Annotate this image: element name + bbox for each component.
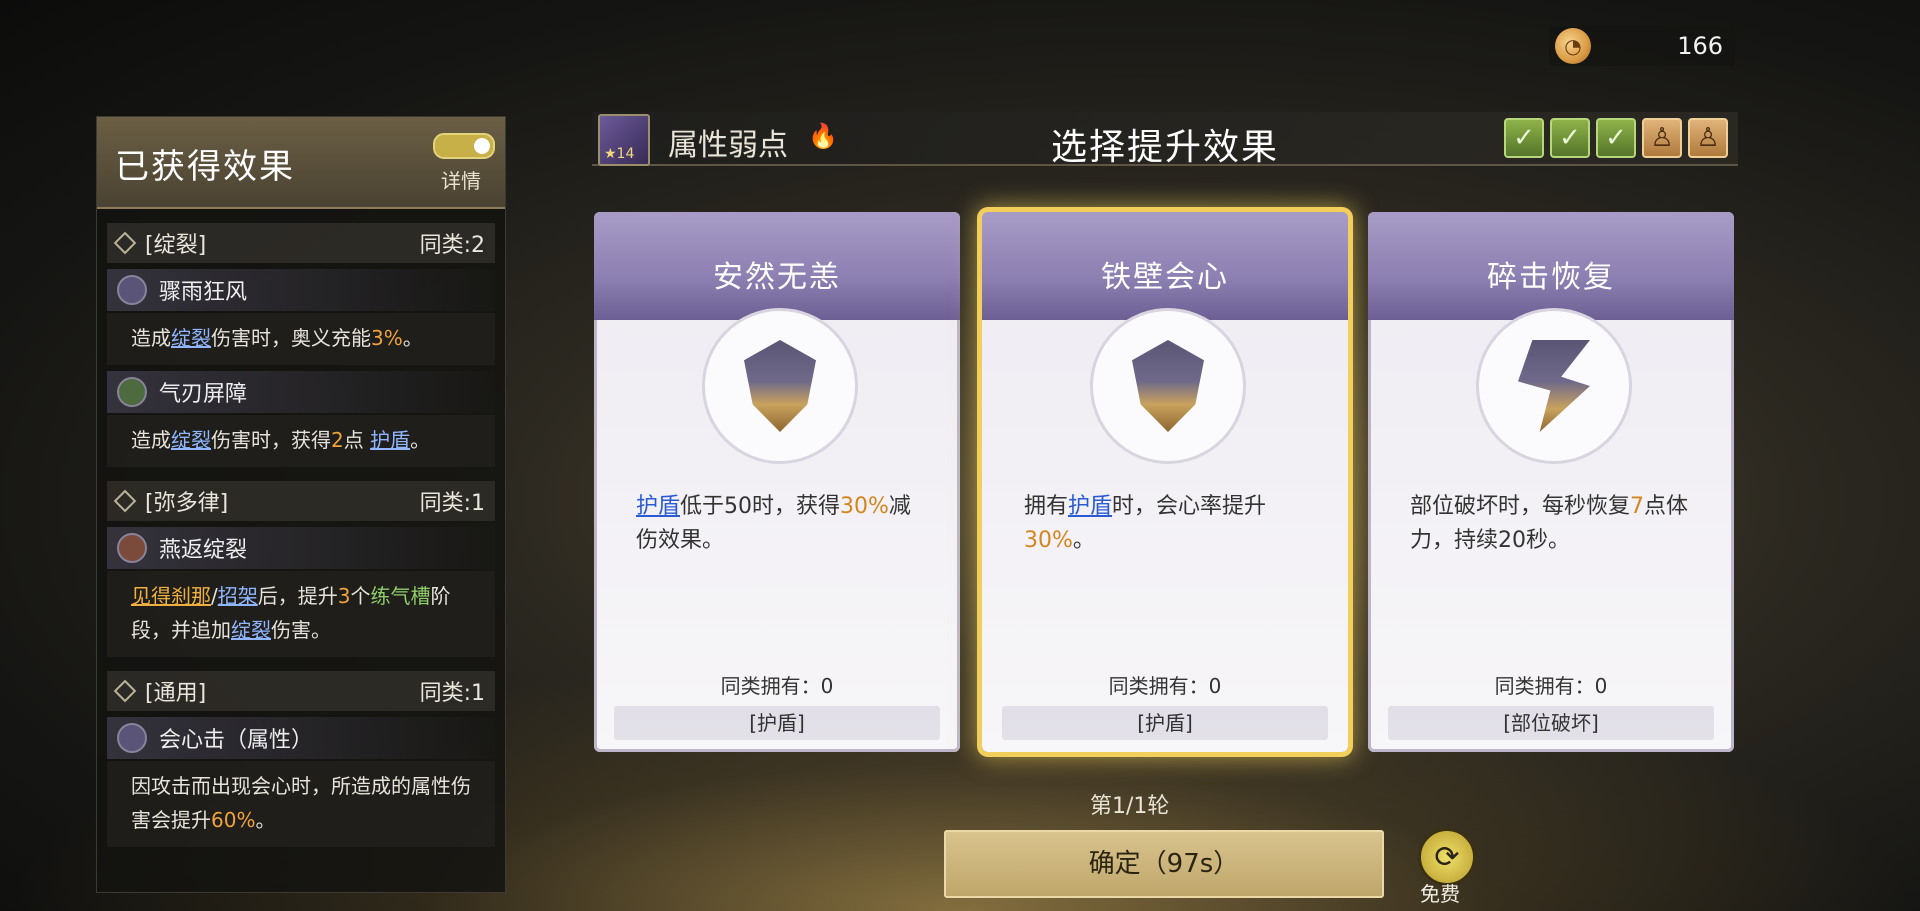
skill-description: 因攻击而出现会心时，所造成的属性伤害会提升60%。: [107, 761, 495, 847]
keyword-link[interactable]: 绽裂: [171, 326, 211, 350]
card-category-tag: [护盾]: [614, 706, 940, 740]
group-header: [通用] 同类:1: [107, 671, 495, 711]
group-name: [通用]: [145, 681, 207, 706]
keyword-link[interactable]: 护盾: [636, 494, 680, 519]
locked-stage-icon: ♙: [1642, 118, 1682, 158]
group-count: 同类:1: [419, 681, 485, 706]
skill-description: 见得刹那/招架后，提升3个练气槽阶段，并追加绽裂伤害。: [107, 571, 495, 657]
stage-progress: ✓ ✓ ✓ ♙ ♙: [1504, 118, 1728, 158]
skill-description: 造成绽裂伤害时，奥义充能3%。: [107, 313, 495, 365]
free-label: 免费: [1420, 882, 1460, 906]
check-icon: ✓: [1550, 118, 1590, 158]
skill-icon: [117, 533, 147, 563]
card-description: 拥有护盾时，会心率提升30%。: [1024, 494, 1267, 553]
skill-description: 造成绽裂伤害时，获得2点 护盾。: [107, 415, 495, 467]
keyword-link[interactable]: 绽裂: [231, 618, 271, 642]
currency-value: 166: [1677, 32, 1723, 60]
details-label: 详情: [441, 169, 481, 193]
group-header: [绽裂] 同类:2: [107, 223, 495, 263]
diamond-icon: [113, 489, 137, 513]
skill-row[interactable]: 气刃屏障: [107, 371, 495, 413]
skill-icon: [117, 275, 147, 305]
confirm-button[interactable]: 确定（97s）: [944, 830, 1384, 898]
upgrade-card-selected[interactable]: 铁壁会心 拥有护盾时，会心率提升30%。 同类拥有：0 [护盾]: [982, 212, 1348, 752]
strike-emblem-icon: [1476, 308, 1632, 464]
details-toggle[interactable]: [433, 133, 495, 159]
keyword-link[interactable]: 招架: [218, 584, 258, 608]
keyword-link[interactable]: 护盾: [1068, 494, 1112, 519]
group-name: [绽裂]: [145, 233, 207, 258]
keyword-link[interactable]: 见得刹那: [131, 584, 211, 608]
skill-icon: [117, 377, 147, 407]
round-indicator: 第1/1轮: [1090, 794, 1170, 819]
effect-group: [弥多律] 同类:1 燕返绽裂 见得刹那/招架后，提升3个练气槽阶段，并追加绽裂…: [107, 481, 495, 657]
locked-stage-icon: ♙: [1688, 118, 1728, 158]
skill-name: 会心击（属性）: [159, 728, 314, 753]
skill-row[interactable]: 骤雨狂风: [107, 269, 495, 311]
card-title: 铁壁会心: [1101, 260, 1229, 295]
group-count: 同类:2: [419, 233, 485, 258]
shield-emblem-icon: [1090, 308, 1246, 464]
group-count: 同类:1: [419, 491, 485, 516]
panel-title: 已获得效果: [115, 147, 295, 187]
currency-display: ◔ 166: [1549, 26, 1735, 66]
keyword-link[interactable]: 护盾: [370, 428, 410, 452]
upgrade-card[interactable]: 安然无恙 护盾低于50时，获得30%减伤效果。 同类拥有：0 [护盾]: [594, 212, 960, 752]
card-owned-count: 同类拥有：0: [1494, 674, 1608, 698]
card-description: 护盾低于50时，获得30%减伤效果。: [636, 494, 911, 553]
skill-name: 骤雨狂风: [159, 280, 248, 305]
check-icon: ✓: [1504, 118, 1544, 158]
peach-coin-icon: ◔: [1555, 28, 1591, 64]
diamond-icon: [113, 231, 137, 255]
effect-group: [绽裂] 同类:2 骤雨狂风 造成绽裂伤害时，奥义充能3%。 气刃屏障 造成绽裂…: [107, 223, 495, 467]
card-owned-count: 同类拥有：0: [1108, 674, 1222, 698]
skill-icon: [117, 723, 147, 753]
upgrade-header: ★14 属性弱点 🔥 选择提升效果 ✓ ✓ ✓ ♙ ♙: [592, 112, 1738, 168]
keyword-link[interactable]: 绽裂: [171, 428, 211, 452]
upgrade-card[interactable]: 碎击恢复 部位破坏时，每秒恢复7点体力，持续20秒。 同类拥有：0 [部位破坏]: [1368, 212, 1734, 752]
card-title: 安然无恙: [713, 260, 841, 295]
group-name: [弥多律]: [145, 491, 229, 516]
card-description: 部位破坏时，每秒恢复7点体力，持续20秒。: [1410, 494, 1689, 553]
card-category-tag: [护盾]: [1002, 706, 1328, 740]
diamond-icon: [113, 679, 137, 703]
group-header: [弥多律] 同类:1: [107, 481, 495, 521]
check-icon: ✓: [1596, 118, 1636, 158]
obtained-effects-panel: 已获得效果 详情 [绽裂] 同类:2 骤雨狂风 造成绽裂伤害时，奥义充能3%。 …: [96, 116, 506, 893]
card-title: 碎击恢复: [1487, 260, 1615, 295]
effect-group: [通用] 同类:1 会心击（属性） 因攻击而出现会心时，所造成的属性伤害会提升6…: [107, 671, 495, 847]
skill-name: 燕返绽裂: [159, 538, 248, 563]
skill-name: 气刃屏障: [159, 382, 248, 407]
panel-header: 已获得效果 详情: [97, 117, 505, 209]
shield-emblem-icon: [702, 308, 858, 464]
skill-row[interactable]: 燕返绽裂: [107, 527, 495, 569]
card-category-tag: [部位破坏]: [1388, 706, 1714, 740]
skill-row[interactable]: 会心击（属性）: [107, 717, 495, 759]
card-owned-count: 同类拥有：0: [720, 674, 834, 698]
